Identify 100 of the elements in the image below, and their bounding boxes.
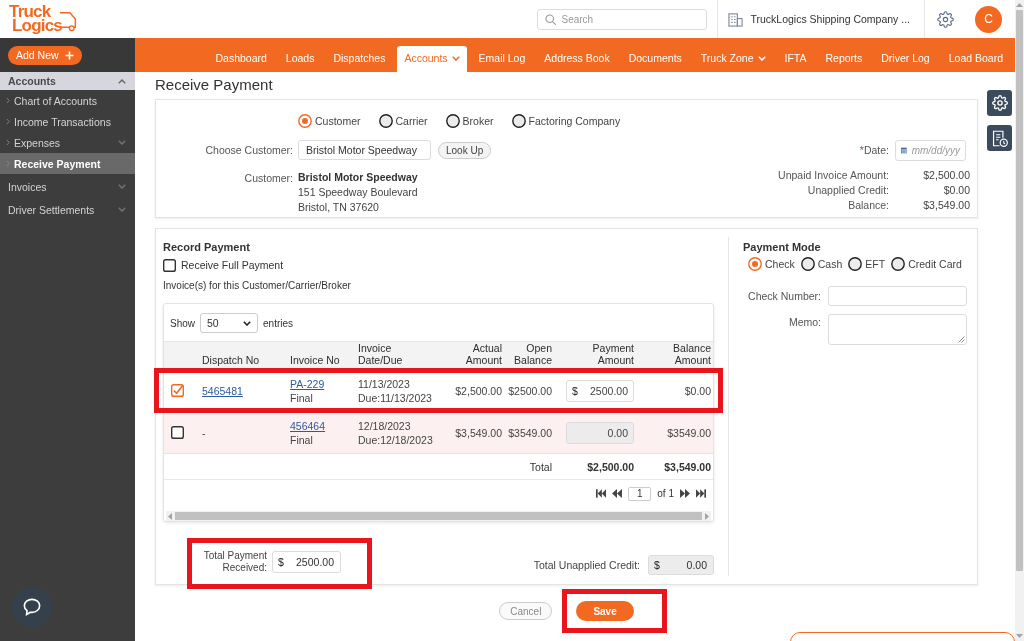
page-scrollbar[interactable]: [1015, 0, 1024, 641]
company-name[interactable]: TruckLogics Shipping Company ...: [750, 13, 910, 25]
sidebar-subitem[interactable]: Receive Payment: [0, 153, 135, 174]
resize-grip-icon[interactable]: [958, 336, 965, 343]
radio-button[interactable]: [748, 257, 762, 271]
scrollbar-thumb[interactable]: [1016, 10, 1023, 571]
row-checkbox[interactable]: [171, 426, 184, 439]
checkbox-label[interactable]: Receive Full Payment: [181, 259, 284, 271]
sidebar-subitem[interactable]: Income Transactions: [0, 111, 135, 132]
chevron-right-icon: [6, 118, 10, 125]
radio-label[interactable]: Broker: [462, 115, 494, 127]
cancel-button[interactable]: Cancel: [499, 602, 553, 620]
column-header: Invoice No: [290, 354, 340, 366]
memo-field[interactable]: [828, 314, 967, 345]
table-caption: Invoice(s) for this Customer/Carrier/Broker: [163, 279, 352, 293]
lookup-button[interactable]: Look Up: [438, 141, 492, 159]
chevron-right-icon: [6, 97, 10, 104]
column-header: Payment Amount: [591, 342, 634, 366]
invoice-link[interactable]: 456464: [290, 418, 326, 433]
table-cell: $3549.00: [667, 426, 711, 439]
table-cell: $2,500.00: [455, 384, 502, 397]
payment-field: 0.00: [566, 421, 634, 444]
side-panel-button[interactable]: [987, 125, 1012, 151]
entries-label: entries: [263, 317, 294, 329]
invoice-status: Final: [290, 432, 313, 447]
customer-field[interactable]: Bristol Motor Speedway: [298, 140, 431, 160]
radio-label[interactable]: Customer: [315, 115, 361, 127]
column-header: Invoice Date/Due: [358, 342, 404, 366]
field-label: Memo:: [787, 315, 821, 328]
unapplied-credit-field: $ 0.00: [648, 555, 714, 575]
sidebar-item[interactable]: Driver Settlements: [0, 198, 135, 221]
radio-label[interactable]: Factoring Company: [528, 115, 621, 127]
settings-icon[interactable]: [937, 10, 954, 28]
sidebar-item[interactable]: Invoices: [0, 175, 135, 198]
column-header: Balance Amount: [672, 342, 711, 366]
side-panel-button[interactable]: [987, 90, 1012, 116]
radio-button[interactable]: [378, 114, 393, 128]
table-cell: $3,549.00: [455, 426, 502, 439]
table-cell: -: [202, 426, 206, 439]
scrollbar-thumb[interactable]: [175, 512, 702, 520]
address-line: Bristol, TN 37620: [298, 200, 380, 215]
radio-button[interactable]: [800, 257, 815, 271]
table-cell: 12/18/2023 Due:12/18/2023: [358, 419, 433, 446]
payment-field[interactable]: $ 2500.00: [566, 379, 634, 402]
row-checkbox[interactable]: [171, 384, 184, 397]
radio-button[interactable]: [511, 114, 526, 128]
show-label: Show: [170, 317, 195, 329]
summary-value: $2,500.00: [922, 168, 970, 183]
section-title: Payment Mode: [743, 240, 822, 255]
invoice-link[interactable]: PA-229: [290, 376, 325, 391]
sidebar-subitem[interactable]: Expenses: [0, 132, 135, 153]
radio-label[interactable]: Check: [765, 258, 795, 270]
search-icon: [545, 13, 557, 25]
horizontal-scrollbar[interactable]: [166, 511, 711, 521]
summary-label: Balance:: [847, 198, 889, 213]
sidebar-subitem[interactable]: Chart of Accounts: [0, 90, 135, 111]
summary-value: $3,549.00: [922, 198, 970, 213]
table-cell: $2500.00: [508, 384, 552, 397]
radio-label[interactable]: Credit Card: [908, 258, 962, 270]
column-header: Dispatch No: [202, 354, 260, 366]
sidebar-item[interactable]: Accounts: [0, 72, 135, 90]
radio-label[interactable]: Carrier: [395, 115, 428, 127]
field-label: *Date:: [858, 143, 889, 158]
field-label: Total Payment Received:: [202, 550, 267, 574]
radio-label[interactable]: Cash: [817, 258, 843, 270]
address-line: 151 Speedway Boulevard: [298, 185, 419, 200]
summary-label: Unpaid Invoice Amount:: [778, 168, 889, 183]
document-clock-icon: [991, 129, 1008, 147]
page-field[interactable]: 1: [628, 486, 652, 501]
radio-label[interactable]: EFT: [865, 258, 886, 270]
first-page-icon[interactable]: [596, 489, 607, 498]
checkbox[interactable]: [163, 258, 176, 272]
input-field[interactable]: [828, 286, 967, 306]
last-page-icon[interactable]: [696, 489, 706, 498]
next-page-icon[interactable]: [680, 489, 690, 498]
chevron-down-icon: [118, 184, 126, 189]
page-title: Receive Payment: [155, 75, 274, 95]
radio-button[interactable]: [891, 257, 906, 271]
summary-label: Unapplied Credit:: [806, 183, 889, 198]
previous-page-icon[interactable]: [612, 489, 623, 498]
summary-value: $0.00: [942, 183, 970, 198]
column-header: Actual Amount: [464, 342, 502, 366]
chat-icon: [23, 598, 41, 616]
total-label: Total: [529, 460, 552, 473]
field-label: Customer:: [243, 171, 293, 184]
table-cell: $3549.00: [508, 426, 552, 439]
total-amount: $2,500.00: [587, 460, 634, 473]
invoice-status: Final: [290, 390, 313, 405]
building-icon: [728, 11, 744, 27]
chevron-down-icon: [118, 207, 126, 212]
dispatch-link[interactable]: 5465481: [202, 384, 243, 397]
radio-button[interactable]: [848, 257, 863, 271]
column-header: Open Balance: [513, 342, 552, 366]
field-label: Check Number:: [747, 290, 821, 302]
radio-button[interactable]: [445, 114, 460, 128]
radio-button[interactable]: [298, 114, 312, 128]
total-payment-field[interactable]: $ 2500.00: [272, 551, 341, 573]
calendar-icon: [901, 145, 907, 156]
table-cell: $0.00: [684, 384, 711, 397]
entries-select[interactable]: 50: [200, 313, 258, 333]
